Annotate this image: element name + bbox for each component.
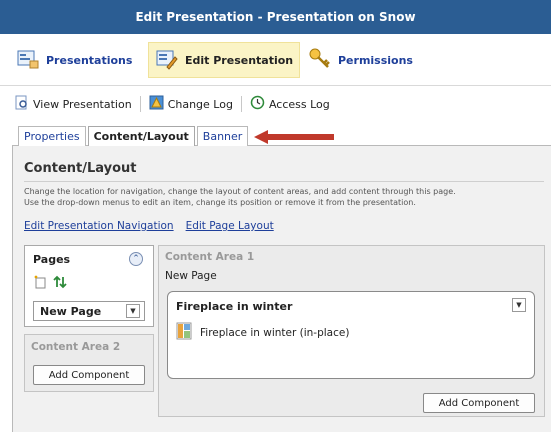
- pages-title: Pages: [33, 253, 71, 266]
- clock-icon: [250, 95, 265, 113]
- toolbar-divider: [240, 96, 242, 112]
- edit-presentation-navigation-link[interactable]: Edit Presentation Navigation: [24, 220, 174, 232]
- add-component-button[interactable]: Add Component: [423, 393, 535, 413]
- content-area-2-title: Content Area 2: [31, 341, 121, 353]
- edit-page-layout-link[interactable]: Edit Page Layout: [186, 220, 274, 232]
- component-item[interactable]: Fireplace in winter (in-place): [176, 322, 349, 343]
- chevron-down-icon[interactable]: ▼: [512, 298, 526, 312]
- edit-presentation-icon: [155, 47, 179, 74]
- page-select[interactable]: New Page ▼: [33, 301, 145, 321]
- new-page-icon[interactable]: [33, 275, 47, 292]
- content-area-1-title: Content Area 1: [165, 251, 255, 263]
- window-title: Edit Presentation - Presentation on Snow: [135, 10, 416, 24]
- view-icon: [14, 95, 29, 113]
- description-line: Change the location for navigation, chan…: [24, 187, 456, 196]
- layout-links: Edit Presentation Navigation Edit Page L…: [24, 220, 274, 232]
- page-actions: [33, 275, 67, 292]
- access-log-label: Access Log: [268, 97, 330, 111]
- collapse-up-icon[interactable]: ⌃: [129, 252, 143, 266]
- reorder-pages-icon[interactable]: [53, 275, 67, 292]
- change-log-icon: [149, 95, 164, 113]
- chevron-down-icon[interactable]: ▼: [126, 304, 140, 318]
- key-icon: [308, 47, 332, 74]
- nav-presentations[interactable]: Presentations: [16, 42, 132, 78]
- annotation-arrow: [254, 130, 334, 144]
- main-navigation: Presentations Edit Presentation Permissi…: [0, 34, 551, 86]
- add-component-button[interactable]: Add Component: [33, 365, 145, 385]
- tab-content-layout[interactable]: Content/Layout: [87, 126, 195, 146]
- nav-edit-presentation-label: Edit Presentation: [185, 53, 294, 67]
- tab-properties[interactable]: Properties: [18, 126, 86, 146]
- nav-permissions[interactable]: Permissions: [308, 42, 413, 78]
- change-log-link[interactable]: Change Log: [149, 95, 233, 113]
- presentations-icon: [16, 47, 40, 74]
- section-heading: Content/Layout: [24, 161, 137, 176]
- nav-edit-presentation[interactable]: Edit Presentation: [148, 42, 301, 78]
- view-presentation-link[interactable]: View Presentation: [14, 95, 132, 113]
- heading-divider: [24, 181, 544, 182]
- content-area-1: Content Area 1 New Page Fireplace in win…: [158, 245, 545, 417]
- nav-permissions-label: Permissions: [338, 53, 413, 67]
- nav-presentations-label: Presentations: [46, 53, 133, 67]
- content-area-page-name: New Page: [165, 270, 217, 282]
- change-log-label: Change Log: [167, 97, 233, 111]
- access-log-link[interactable]: Access Log: [250, 95, 330, 113]
- pages-panel: Pages ⌃ New Page ▼: [24, 245, 154, 327]
- action-toolbar: View Presentation Change Log Access Log: [0, 90, 551, 118]
- tab-strip: Properties Content/Layout Banner: [18, 126, 250, 146]
- content-area-2: Content Area 2 Add Component: [24, 334, 154, 392]
- selected-page: New Page: [40, 304, 102, 318]
- section-description: Change the location for navigation, chan…: [24, 186, 549, 208]
- page-layout-icon: [176, 322, 192, 343]
- component-item-label: Fireplace in winter (in-place): [200, 326, 350, 339]
- tab-banner[interactable]: Banner: [196, 126, 249, 146]
- description-line: Use the drop-down menus to edit an item,…: [24, 198, 416, 207]
- view-presentation-label: View Presentation: [33, 97, 132, 111]
- toolbar-divider: [139, 96, 141, 112]
- component-card: Fireplace in winter ▼ Fireplace in winte…: [167, 291, 535, 379]
- component-title: Fireplace in winter: [176, 300, 293, 313]
- window-title-bar: Edit Presentation - Presentation on Snow: [0, 0, 551, 34]
